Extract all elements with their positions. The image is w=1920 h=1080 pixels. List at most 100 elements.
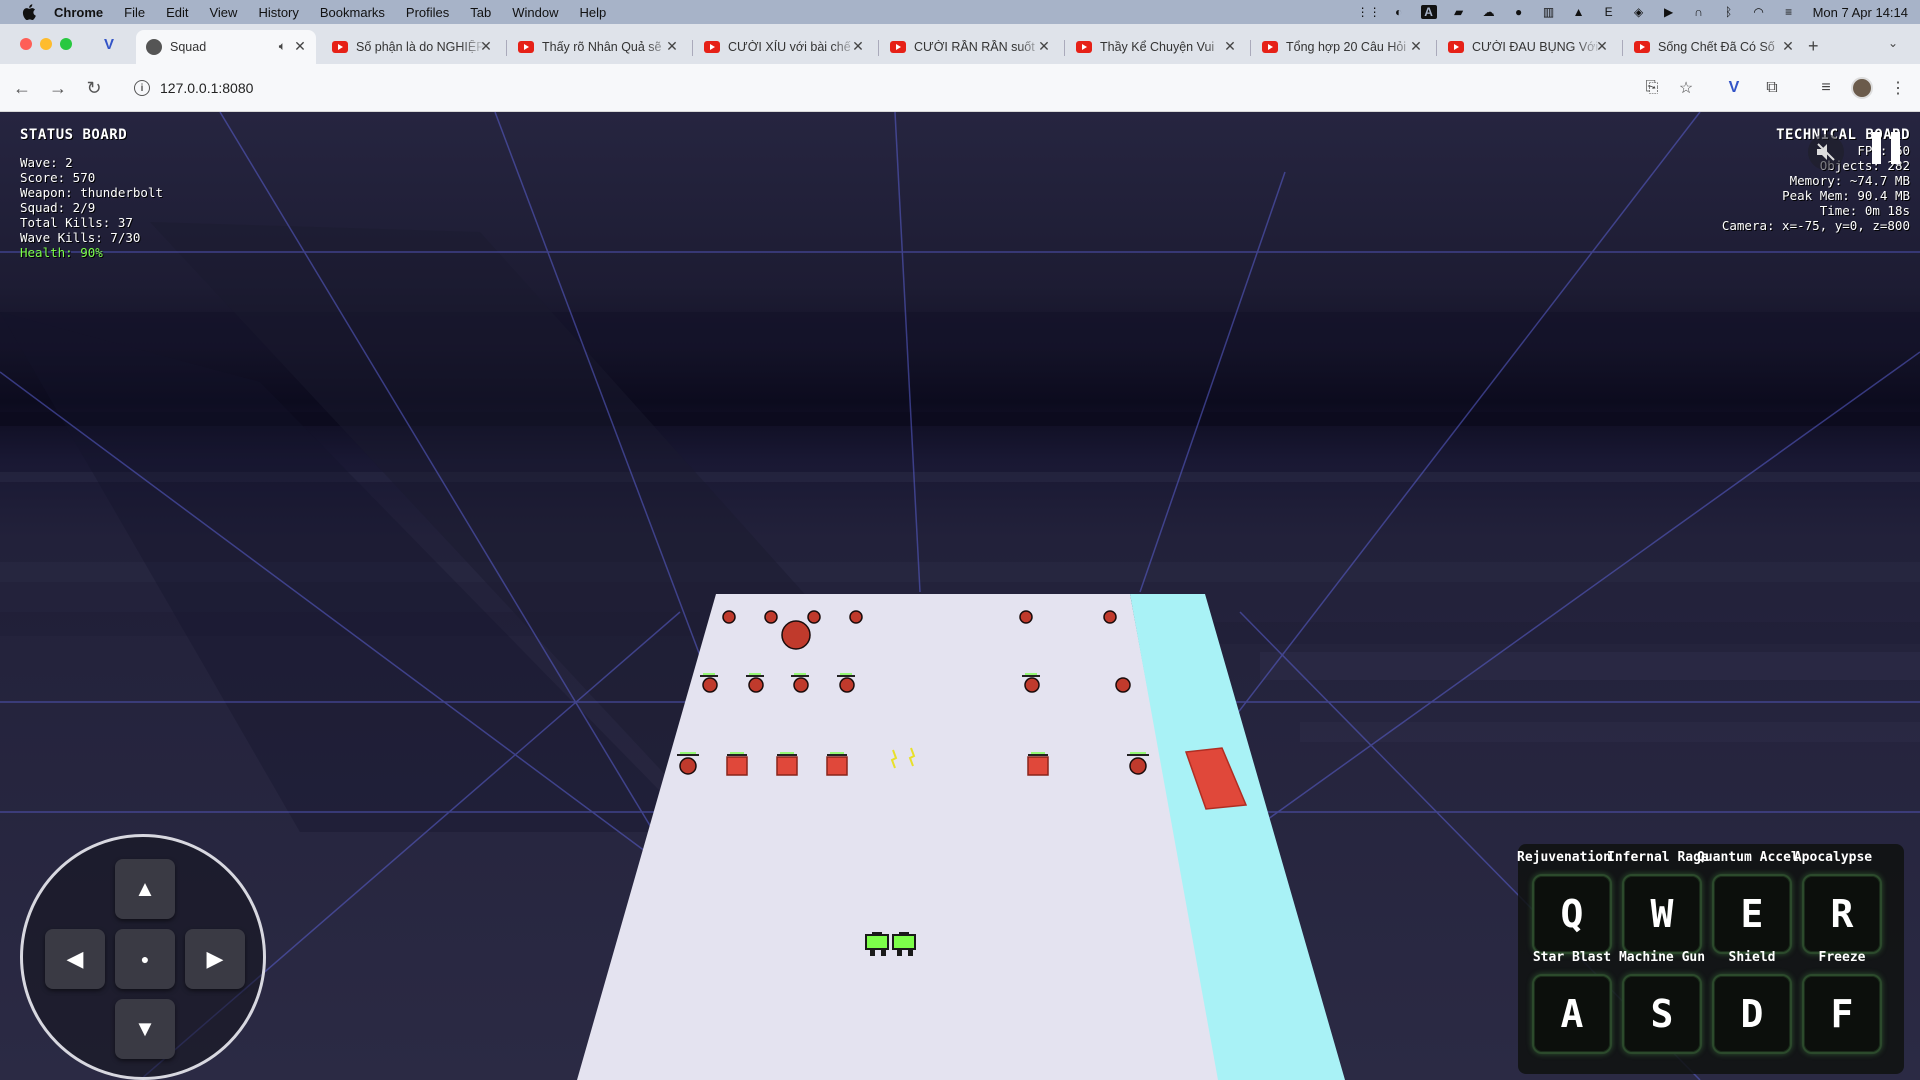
tab-title: CƯỜI XỈU với bài chế [728, 40, 851, 54]
menu-view[interactable]: View [209, 5, 237, 20]
tab-youtube-6[interactable]: Tổng hợp 20 Câu Hỏi ✕ [1252, 30, 1432, 64]
install-app-icon[interactable]: ⎘ [1640, 76, 1664, 100]
close-icon[interactable]: ✕ [292, 38, 308, 55]
close-icon[interactable]: ✕ [1036, 38, 1052, 55]
peak-memory-label: Peak Mem: 90.4 MB [1782, 188, 1910, 203]
close-icon[interactable]: ✕ [664, 38, 680, 55]
wave-label: Wave: 2 [20, 155, 73, 170]
info-icon[interactable]: i [134, 80, 150, 96]
youtube-icon [1076, 41, 1092, 53]
more-menu-icon[interactable]: ⋮ [1886, 76, 1910, 100]
joystick-up-button[interactable]: ▲ [115, 859, 175, 919]
reload-icon[interactable]: ↻ [82, 76, 106, 100]
close-icon[interactable]: ✕ [1780, 38, 1796, 55]
tab-title: Sống Chết Đã Có Số [1658, 40, 1775, 54]
play-icon[interactable]: ▶ [1661, 5, 1677, 19]
tab-strip: V Squad 🔈︎ ✕ Số phận là do NGHIỆP ✕ Thấy … [0, 24, 1920, 64]
tab-youtube-4[interactable]: CƯỜI RẦN RẦN suốt ✕ [880, 30, 1060, 64]
tab-youtube-3[interactable]: CƯỜI XỈU với bài chế ✕ [694, 30, 874, 64]
skill-key-w-button[interactable]: W [1622, 874, 1702, 954]
virtual-joystick[interactable]: ▲ ◀ ● ▶ ▼ [20, 834, 266, 1080]
skill-key-q-button[interactable]: Q [1532, 874, 1612, 954]
game-canvas[interactable]: STATUS BOARD Wave: 2 Score: 570 Weapon: … [0, 112, 1920, 1080]
skill-key-a-button[interactable]: A [1532, 974, 1612, 1054]
input-source-icon[interactable]: A [1420, 5, 1437, 19]
tab-search-button[interactable]: ⌄ [1888, 36, 1898, 50]
minimize-window-button[interactable] [40, 38, 52, 50]
joystick-left-button[interactable]: ◀ [45, 929, 105, 989]
tab-youtube-8[interactable]: Sống Chết Đã Có Số ✕ [1624, 30, 1804, 64]
close-icon[interactable]: ✕ [478, 38, 494, 55]
skill-key-s-button[interactable]: S [1622, 974, 1702, 1054]
menubar-clock[interactable]: Mon 7 Apr 14:14 [1813, 5, 1908, 20]
menu-help[interactable]: Help [580, 5, 607, 20]
docker-icon[interactable]: ▲ [1571, 5, 1587, 19]
arrow-right-icon: ▶ [206, 946, 224, 971]
wifi-icon[interactable]: ◠ [1751, 5, 1767, 19]
skill-key-r-button[interactable]: R [1802, 874, 1882, 954]
extensions-icon[interactable]: ⧉ [1760, 76, 1784, 100]
vivaldi-ext-icon[interactable]: V [1722, 76, 1746, 100]
close-icon[interactable]: ✕ [1408, 38, 1424, 55]
address-toolbar: ← → ↻ i 127.0.0.1:8080 ⎘ ☆ V ⧉ ≡ ⋮ [0, 64, 1920, 112]
skill-key-f-button[interactable]: F [1802, 974, 1882, 1054]
youtube-icon [332, 41, 348, 53]
close-window-button[interactable] [20, 38, 32, 50]
cube-icon[interactable]: ◈ [1631, 5, 1647, 19]
macos-menubar: Chrome File Edit View History Bookmarks … [0, 0, 1920, 24]
cloud-icon[interactable]: ☁ [1481, 5, 1497, 19]
address-bar[interactable]: i 127.0.0.1:8080 [122, 71, 1722, 105]
camera-label: Camera: x=-75, y=0, z=800 [1721, 218, 1910, 233]
tab-youtube-5[interactable]: Thầy Kể Chuyện Vui ✕ [1066, 30, 1246, 64]
menu-history[interactable]: History [258, 5, 298, 20]
menu-edit[interactable]: Edit [166, 5, 188, 20]
grid-icon[interactable]: ⋮⋮ [1357, 5, 1381, 19]
apple-icon[interactable] [20, 4, 38, 20]
close-icon[interactable]: ✕ [850, 38, 866, 55]
joystick-center-button[interactable]: ● [115, 929, 175, 989]
arrow-left-icon: ◀ [66, 946, 84, 971]
back-icon[interactable]: ← [10, 76, 34, 100]
close-icon[interactable]: ✕ [1222, 38, 1238, 55]
speaker-icon[interactable]: 🔈︎ [279, 39, 286, 54]
tab-squad[interactable]: Squad 🔈︎ ✕ [136, 30, 316, 64]
bolt-icon[interactable]: ● [1511, 5, 1527, 19]
close-icon[interactable]: ✕ [1594, 38, 1610, 55]
skill-key-d-button[interactable]: D [1712, 974, 1792, 1054]
globe-icon[interactable]: ◐ [1391, 5, 1407, 19]
tab-title: CƯỜI RẦN RẦN suốt [914, 40, 1035, 54]
battery-bar-icon[interactable]: ▥ [1541, 5, 1557, 19]
skill-key-e-button[interactable]: E [1712, 874, 1792, 954]
forward-icon[interactable]: → [46, 76, 70, 100]
joystick-down-button[interactable]: ▼ [115, 999, 175, 1059]
zoom-window-button[interactable] [60, 38, 72, 50]
url-text[interactable]: 127.0.0.1:8080 [160, 80, 253, 96]
tab-youtube-2[interactable]: Thấy rõ Nhân Quả sẽ ✕ [508, 30, 688, 64]
skill-label-machine-gun: Machine Gun [1618, 950, 1706, 965]
time-label: Time: 0m 18s [1819, 203, 1910, 218]
menu-window[interactable]: Window [512, 5, 558, 20]
menu-profiles[interactable]: Profiles [406, 5, 449, 20]
skill-label-rejuvenation: Rejuvenation [1517, 850, 1611, 865]
new-tab-button[interactable]: + [1808, 36, 1819, 57]
memory-label: Memory: ~74.7 MB [1789, 173, 1910, 188]
menu-app-name[interactable]: Chrome [54, 5, 103, 20]
sound-off-icon[interactable] [1808, 134, 1844, 170]
e-icon[interactable]: E [1601, 5, 1617, 19]
star-icon[interactable]: ☆ [1674, 76, 1698, 100]
pause-icon[interactable] [1872, 132, 1900, 164]
headphones-icon[interactable]: ∩ [1691, 5, 1707, 19]
control-center-icon[interactable]: ≡ [1781, 5, 1797, 19]
media-controls-icon[interactable]: ≡ [1814, 76, 1838, 100]
tab-youtube-7[interactable]: CƯỜI ĐAU BỤNG Với ✕ [1438, 30, 1618, 64]
avatar[interactable] [1850, 76, 1874, 100]
bluetooth-icon[interactable]: ᛒ [1721, 5, 1737, 19]
menu-tab[interactable]: Tab [470, 5, 491, 20]
wave-kills-label: Wave Kills: 7/30 [20, 230, 141, 245]
menu-bookmarks[interactable]: Bookmarks [320, 5, 385, 20]
menu-file[interactable]: File [124, 5, 145, 20]
cast-icon[interactable]: ▰ [1451, 5, 1467, 19]
vivaldi-ext-icon[interactable]: V [104, 36, 120, 53]
joystick-right-button[interactable]: ▶ [185, 929, 245, 989]
tab-youtube-1[interactable]: Số phận là do NGHIỆP ✕ [322, 30, 502, 64]
